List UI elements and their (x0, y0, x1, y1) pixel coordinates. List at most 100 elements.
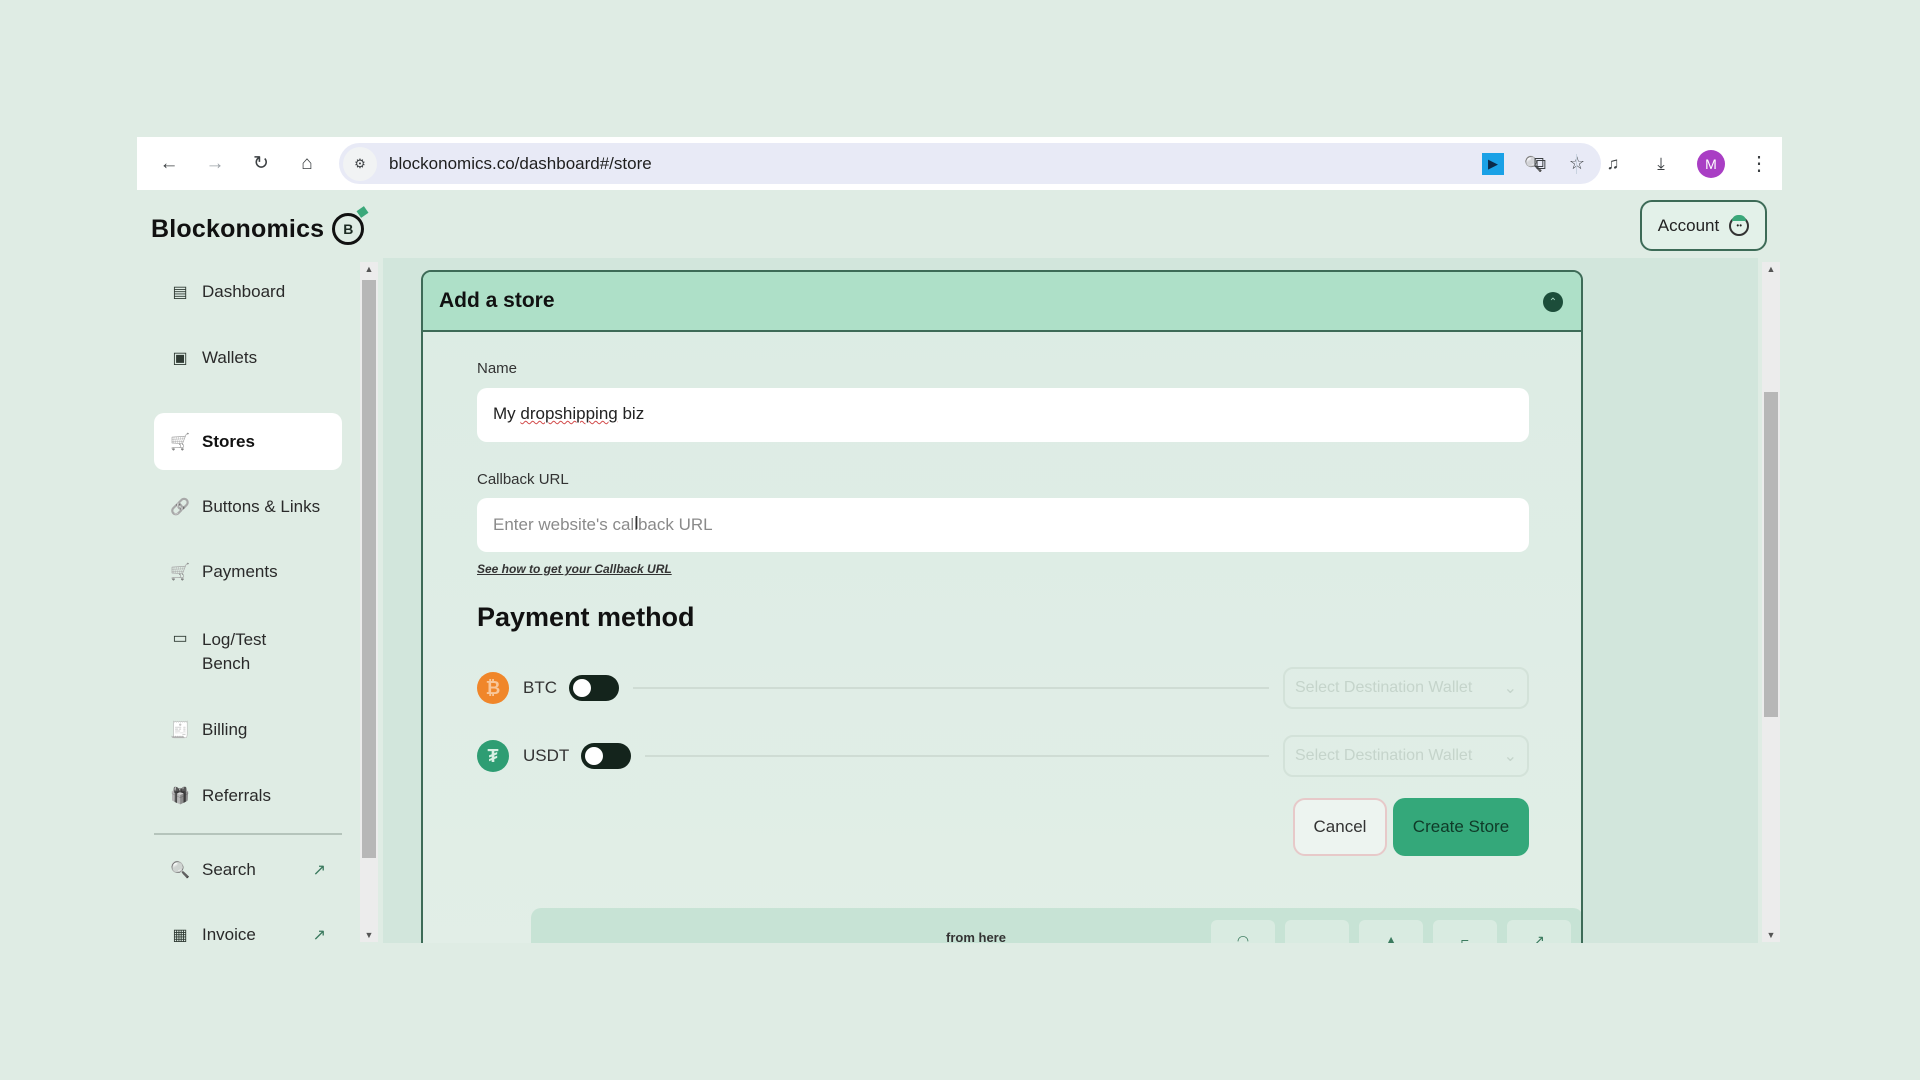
sidebar-divider (154, 833, 342, 835)
extension-play-icon[interactable]: ▶ (1482, 152, 1504, 175)
usdt-toggle[interactable] (581, 743, 632, 769)
profile-avatar[interactable]: M (1697, 149, 1725, 178)
payment-row-btc: ₿ BTC Select Destination Wallet ⌄ (477, 666, 1529, 710)
coin-label: BTC (523, 678, 557, 697)
logo-mark-icon: B (332, 213, 365, 245)
home-icon: ⌂ (301, 152, 313, 174)
row-divider (633, 687, 1269, 689)
toolbar-divider (1576, 153, 1577, 174)
collapse-button[interactable]: ⌃ (1543, 292, 1563, 312)
chevron-up-icon: ⌃ (1548, 296, 1558, 308)
sidebar-item-label: Search (202, 860, 256, 879)
card-title: Add a store (439, 289, 555, 312)
sidebar-item-label: Stores (202, 431, 255, 451)
account-button[interactable]: Account •• (1640, 200, 1767, 251)
main-scrollbar-thumb[interactable] (1764, 392, 1778, 717)
forward-button[interactable]: → (201, 150, 229, 178)
receipt-icon: 🧾 (170, 722, 190, 739)
integration-strip: from here ◠ ▲ ⌐ ↗ (531, 908, 1581, 943)
logo-text: Blockonomics (151, 214, 325, 243)
sidebar-item-dashboard[interactable]: ▤ Dashboard (154, 270, 342, 314)
sidebar-item-payments[interactable]: 🛒 Payments (154, 550, 342, 594)
download-icon[interactable]: ⤓ (1649, 152, 1673, 176)
callback-help-link[interactable]: See how to get your Callback URL (477, 562, 672, 576)
integration-tile[interactable]: ↗ (1507, 920, 1571, 943)
reload-button[interactable]: ↻ (247, 150, 275, 178)
sidebar-item-referrals[interactable]: 🎁 Referrals (154, 774, 342, 818)
site-settings-icon: ⚙ (354, 155, 366, 171)
sidebar-item-buttons-links[interactable]: 🔗 Buttons & Links (154, 485, 342, 529)
browser-menu-icon[interactable]: ⋮ (1749, 151, 1769, 176)
sidebar-item-label: Buttons & Links (202, 497, 321, 516)
sidebar-item-label: Referrals (202, 786, 271, 805)
browser-toolbar: ← → ↻ ⌂ ⚙ blockonomics.co/dashboard#/sto… (137, 137, 1782, 190)
address-bar[interactable]: ⚙ blockonomics.co/dashboard#/store 🔍 ☆ (339, 143, 1601, 184)
name-input[interactable]: My dropshipping biz (477, 388, 1529, 442)
account-avatar-icon: •• (1729, 214, 1750, 236)
strip-partial-text: from here (946, 930, 1006, 943)
coin-label: USDT (523, 746, 570, 765)
name-value-suffix: biz (617, 404, 645, 423)
integration-tile[interactable]: ◠ (1211, 920, 1275, 943)
reload-icon: ↻ (253, 153, 269, 174)
search-icon: 🔍 (170, 862, 190, 879)
scroll-up-arrow-icon[interactable]: ▲ (360, 264, 378, 274)
sidebar-item-label: Payments (202, 562, 278, 581)
integration-tile[interactable] (1285, 920, 1349, 943)
payment-row-usdt: ₮ USDT Select Destination Wallet ⌄ (477, 734, 1529, 778)
sidebar-scrollbar[interactable]: ▲ ▼ (360, 262, 378, 942)
sidebar-item-log-test-bench[interactable]: ▭ Log/Test Bench (154, 616, 304, 688)
extensions-puzzle-icon[interactable]: ⧉ (1528, 152, 1552, 176)
scroll-down-arrow-icon[interactable]: ▼ (360, 930, 378, 940)
account-label: Account (1657, 215, 1720, 235)
name-value: My dropshipping biz (493, 404, 644, 424)
usdt-wallet-select[interactable]: Select Destination Wallet ⌄ (1283, 735, 1529, 777)
tether-icon: ₮ (477, 740, 509, 772)
external-link-icon[interactable]: ↗ (313, 860, 326, 880)
card-header[interactable]: Add a store ⌃ (423, 272, 1581, 332)
scroll-up-arrow-icon[interactable]: ▲ (1762, 264, 1780, 274)
main-scrollbar[interactable]: ▲ ▼ (1762, 262, 1780, 942)
site-info-button[interactable]: ⚙ (343, 146, 377, 181)
sidebar-item-stores[interactable]: 🛒 Stores (154, 413, 342, 470)
scroll-down-arrow-icon[interactable]: ▼ (1762, 930, 1780, 940)
qr-code-icon: ▦ (172, 927, 188, 943)
app-logo[interactable]: Blockonomics B (151, 213, 365, 245)
sidebar-scrollbar-thumb[interactable] (362, 280, 376, 858)
row-divider (645, 755, 1269, 757)
chevron-down-icon: ⌄ (1503, 748, 1517, 765)
back-button[interactable]: ← (155, 150, 183, 178)
wallet-select-placeholder: Select Destination Wallet (1295, 679, 1473, 696)
back-arrow-icon: ← (159, 152, 179, 174)
sidebar-item-label: Invoice (202, 925, 256, 943)
sidebar-item-label: Wallets (202, 348, 258, 367)
sidebar-item-search[interactable]: 🔍 Search ↗ (154, 848, 342, 892)
sidebar-item-label: Log/Test Bench (202, 630, 267, 673)
gift-icon: 🎁 (170, 788, 190, 805)
cancel-button[interactable]: Cancel (1293, 798, 1387, 856)
cart-icon: 🛒 (170, 433, 190, 451)
create-store-button[interactable]: Create Store (1393, 798, 1529, 856)
callback-url-label: Callback URL (477, 471, 569, 488)
bitcoin-icon: ₿ (477, 672, 509, 704)
integration-tile[interactable]: ⌐ (1433, 920, 1497, 943)
url-text[interactable]: blockonomics.co/dashboard#/store (389, 154, 652, 174)
sidebar-item-billing[interactable]: 🧾 Billing (154, 708, 342, 752)
chevron-down-icon: ⌄ (1503, 680, 1517, 697)
terminal-icon: ▭ (172, 630, 188, 647)
name-label: Name (477, 360, 518, 377)
btc-wallet-select[interactable]: Select Destination Wallet ⌄ (1283, 667, 1529, 709)
sidebar-item-label: Dashboard (202, 282, 286, 301)
link-icon: 🔗 (170, 499, 190, 516)
spellcheck-word: dropshipping (520, 404, 618, 423)
external-link-icon[interactable]: ↗ (313, 925, 326, 943)
home-button[interactable]: ⌂ (293, 150, 321, 178)
text-cursor-icon: I (634, 513, 640, 533)
sidebar-item-wallets[interactable]: ▣ Wallets (154, 336, 342, 380)
btc-toggle[interactable] (569, 675, 619, 701)
integration-tile[interactable]: ▲ (1359, 920, 1423, 943)
cart-plus-icon: 🛒 (170, 564, 190, 581)
sidebar-item-invoice[interactable]: ▦ Invoice ↗ (154, 913, 342, 943)
forward-arrow-icon: → (205, 152, 225, 174)
media-control-icon[interactable]: ♫ (1601, 152, 1625, 176)
